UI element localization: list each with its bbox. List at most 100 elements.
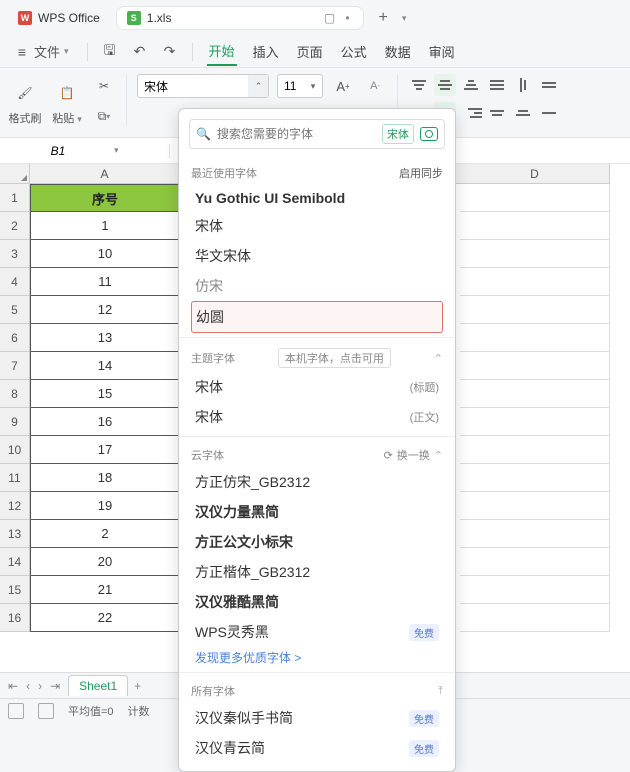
font-size-combo[interactable]: ▾ — [277, 74, 323, 98]
font-decrease-button[interactable]: A- — [363, 74, 387, 98]
col-header-d[interactable]: D — [460, 164, 610, 184]
cell[interactable]: 2 — [30, 520, 180, 548]
row-header[interactable]: 13 — [0, 520, 30, 548]
row-header[interactable]: 16 — [0, 604, 30, 632]
font-name-combo[interactable]: ⌃ — [137, 74, 269, 98]
cell[interactable] — [460, 212, 610, 240]
font-item[interactable]: Yu Gothic UI Semibold — [191, 185, 443, 211]
cell[interactable]: 17 — [30, 436, 180, 464]
cell[interactable] — [460, 296, 610, 324]
font-size-input[interactable] — [278, 79, 304, 93]
orientation-button[interactable] — [512, 74, 534, 96]
cell[interactable] — [460, 576, 610, 604]
cell[interactable]: 14 — [30, 352, 180, 380]
redo-icon[interactable]: ↷ — [162, 44, 178, 60]
tab-page[interactable]: 页面 — [295, 38, 325, 65]
main-menu-button[interactable]: ≡ 文件 ▾ — [10, 40, 73, 63]
font-item[interactable]: WPS灵秀黑免费 — [191, 617, 443, 647]
font-item[interactable]: 华文宋体 — [191, 241, 443, 271]
cell[interactable] — [460, 240, 610, 268]
wrap-button[interactable] — [538, 74, 560, 96]
camera-icon[interactable] — [420, 127, 438, 141]
row-header[interactable]: 7 — [0, 352, 30, 380]
cell[interactable]: 1 — [30, 212, 180, 240]
font-item[interactable]: 方正楷体_GB2312 — [191, 557, 443, 587]
paste-icon[interactable]: 📋 — [50, 76, 84, 110]
row-header[interactable]: 15 — [0, 576, 30, 604]
undo-icon[interactable]: ↶ — [132, 44, 148, 60]
cell[interactable]: 16 — [30, 408, 180, 436]
format-brush-icon[interactable]: 🖌 — [8, 76, 42, 110]
cell[interactable]: 19 — [30, 492, 180, 520]
cell[interactable] — [460, 408, 610, 436]
cell[interactable]: 22 — [30, 604, 180, 632]
cell[interactable]: 13 — [30, 324, 180, 352]
font-item[interactable]: 汉仪秦似手书简免费 — [191, 703, 443, 733]
chevron-down-icon[interactable]: ▾ — [114, 145, 119, 156]
tab-start[interactable]: 开始 — [207, 37, 237, 66]
font-item[interactable]: 仿宋 — [191, 271, 443, 301]
select-all-corner[interactable] — [0, 164, 30, 184]
cell[interactable] — [460, 520, 610, 548]
status-icon-2[interactable] — [38, 703, 54, 719]
font-item-selected[interactable]: 幼圆 — [191, 301, 443, 333]
align-justify-button[interactable] — [486, 74, 508, 96]
cell[interactable] — [460, 352, 610, 380]
sheet-last-icon[interactable]: ⇥ — [48, 679, 62, 693]
name-box-input[interactable] — [8, 144, 108, 158]
cell[interactable] — [460, 324, 610, 352]
app-tab[interactable]: WPS Office — [8, 7, 110, 29]
cell[interactable]: 15 — [30, 380, 180, 408]
row-header[interactable]: 8 — [0, 380, 30, 408]
font-item[interactable]: 汉仪雅酷黑简 — [191, 587, 443, 617]
cell[interactable]: 11 — [30, 268, 180, 296]
indent-inc-button[interactable] — [512, 102, 534, 124]
sync-link[interactable]: 启用同步 — [399, 165, 443, 181]
cell[interactable]: 21 — [30, 576, 180, 604]
font-search-box[interactable]: 🔍 宋体 — [189, 119, 445, 149]
cell[interactable] — [460, 464, 610, 492]
close-tab-icon[interactable]: • — [341, 12, 353, 24]
indent-dec-button[interactable] — [486, 102, 508, 124]
align-middle-button[interactable] — [434, 74, 456, 96]
size-dropdown-icon[interactable]: ▾ — [304, 81, 322, 92]
font-dropdown-icon[interactable]: ⌃ — [248, 75, 268, 97]
font-search-input[interactable] — [217, 127, 376, 141]
cell[interactable]: 20 — [30, 548, 180, 576]
add-sheet-icon[interactable]: + — [134, 679, 141, 693]
collapse-icon[interactable]: ⌃ — [434, 352, 443, 365]
merge-button[interactable] — [538, 102, 560, 124]
tab-formula[interactable]: 公式 — [339, 38, 369, 65]
sheet-tab[interactable]: Sheet1 — [68, 675, 128, 696]
font-item[interactable]: 宋体 — [191, 211, 443, 241]
scroll-top-icon[interactable]: ⤒ — [438, 685, 443, 698]
row-header[interactable]: 6 — [0, 324, 30, 352]
row-header[interactable]: 5 — [0, 296, 30, 324]
font-item[interactable]: 方正仿宋_GB2312 — [191, 467, 443, 497]
cell[interactable] — [460, 380, 610, 408]
cell[interactable] — [460, 492, 610, 520]
refresh-link[interactable]: ⟳ 换一换 ⌃ — [384, 447, 443, 463]
font-item[interactable]: 汉仪力量黑简 — [191, 497, 443, 527]
row-header[interactable]: 9 — [0, 408, 30, 436]
cell[interactable] — [460, 604, 610, 632]
tab-data[interactable]: 数据 — [383, 38, 413, 65]
font-increase-button[interactable]: A+ — [331, 74, 355, 98]
row-header[interactable]: 3 — [0, 240, 30, 268]
cell[interactable] — [460, 184, 610, 212]
copy-icon[interactable]: ⧉▾ — [92, 104, 116, 128]
more-fonts-link[interactable]: 发现更多优质字体 > — [191, 647, 443, 668]
file-tab[interactable]: S 1.xls ▢ • — [116, 6, 365, 30]
cell[interactable] — [460, 268, 610, 296]
cell[interactable]: 18 — [30, 464, 180, 492]
save-icon[interactable]: 🖫 — [102, 44, 118, 60]
cell[interactable]: 12 — [30, 296, 180, 324]
font-item[interactable]: 汉仪青云简免费 — [191, 733, 443, 763]
sheet-next-icon[interactable]: › — [36, 679, 44, 693]
sheet-prev-icon[interactable]: ‹ — [24, 679, 32, 693]
name-box[interactable]: ▾ — [0, 144, 170, 158]
sheet-first-icon[interactable]: ⇤ — [6, 679, 20, 693]
row-header[interactable]: 4 — [0, 268, 30, 296]
status-icon-1[interactable] — [8, 703, 24, 719]
cell[interactable] — [460, 436, 610, 464]
